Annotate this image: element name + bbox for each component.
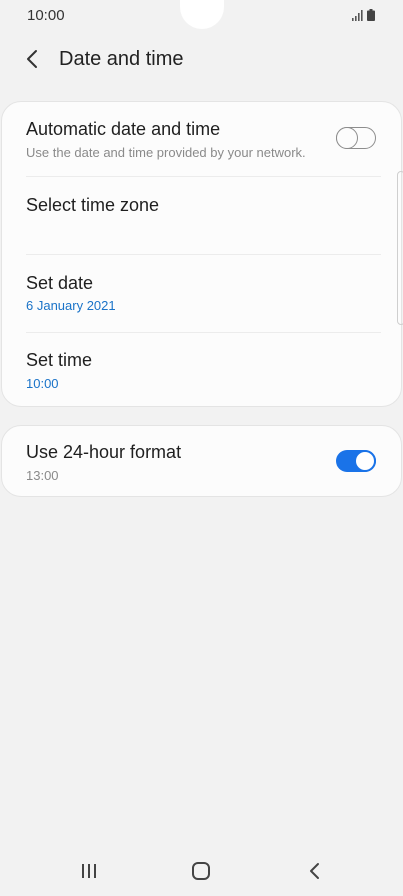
status-time: 10:00 <box>27 7 65 24</box>
set-date-title: Set date <box>26 273 94 293</box>
automatic-date-time-toggle[interactable] <box>335 126 376 149</box>
recents-icon[interactable] <box>80 862 98 880</box>
select-time-zone-title: Select time zone <box>26 195 160 215</box>
automatic-date-time-row[interactable]: Automatic date and time Use the date and… <box>2 102 401 176</box>
automatic-date-time-title: Automatic date and time <box>26 119 221 139</box>
back-icon[interactable] <box>306 861 324 881</box>
home-icon[interactable] <box>191 861 211 881</box>
scrollbar[interactable] <box>397 171 403 325</box>
use-24-hour-format-value: 13:00 <box>26 468 59 483</box>
set-date-value: 6 January 2021 <box>26 298 116 313</box>
automatic-date-time-subtitle: Use the date and time provided by your n… <box>26 145 306 160</box>
use-24-hour-format-row[interactable]: Use 24-hour format 13:00 <box>2 426 401 496</box>
settings-card-format: Use 24-hour format 13:00 <box>1 425 402 497</box>
status-bar: 10:00 <box>0 0 403 32</box>
use-24-hour-format-title: Use 24-hour format <box>26 442 182 462</box>
app-header: Date and time <box>0 40 403 80</box>
toggle-knob <box>354 450 376 472</box>
screen: 10:00 Date and time Automatic date and t… <box>0 0 403 896</box>
set-time-value: 10:00 <box>26 376 59 391</box>
set-date-row[interactable]: Set date 6 January 2021 <box>2 255 401 332</box>
use-24-hour-format-toggle[interactable] <box>336 450 376 472</box>
camera-notch <box>180 0 224 29</box>
page-title: Date and time <box>59 48 184 70</box>
select-time-zone-row[interactable]: Select time zone <box>2 177 401 254</box>
navigation-bar <box>0 848 403 896</box>
set-time-title: Set time <box>26 350 93 370</box>
signal-icon <box>352 10 363 21</box>
toggle-knob <box>335 126 358 149</box>
settings-card-date-time: Automatic date and time Use the date and… <box>1 101 402 407</box>
set-time-row[interactable]: Set time 10:00 <box>2 333 401 406</box>
chevron-left-icon[interactable] <box>22 48 44 70</box>
battery-icon <box>367 9 375 21</box>
